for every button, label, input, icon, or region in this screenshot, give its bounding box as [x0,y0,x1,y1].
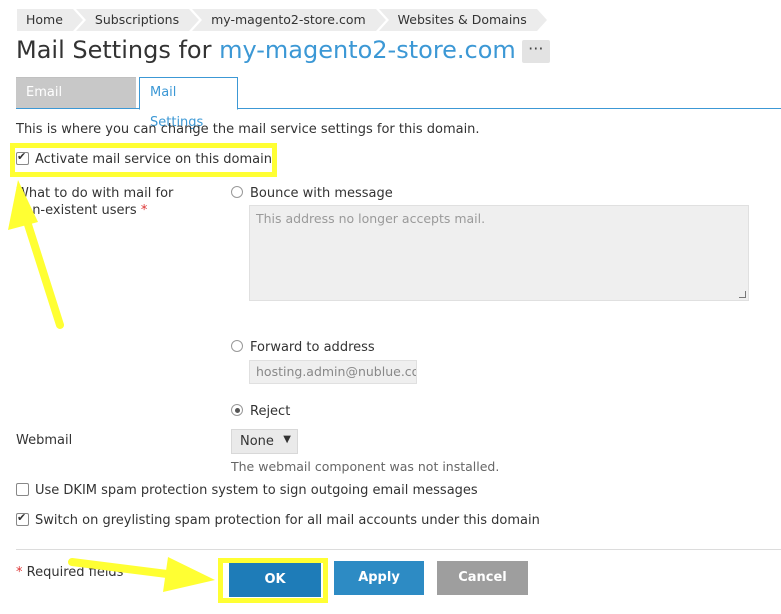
reject-radio-label: Reject [250,404,291,419]
radio-empty-icon [231,340,243,352]
activate-mail-checkbox[interactable]: Activate mail service on this domain [16,150,272,167]
page-title-prefix: Mail Settings for [16,36,220,64]
radio-selected-icon [231,404,243,416]
checkbox-checked-icon [16,150,29,165]
radio-empty-icon [231,186,243,198]
forward-radio-label: Forward to address [250,340,375,355]
forward-radio[interactable]: Forward to address [231,340,375,355]
webmail-hint: The webmail component was not installed. [231,459,500,474]
cancel-button[interactable]: Cancel [437,561,528,595]
reject-radio[interactable]: Reject [231,404,290,419]
resize-handle-icon[interactable] [739,291,746,298]
webmail-label: Webmail [16,433,73,448]
dkim-checkbox[interactable]: Use DKIM spam protection system to sign … [16,483,478,498]
nonexistent-users-label: What to do with mail for non-existent us… [16,186,174,218]
activate-mail-label: Activate mail service on this domain [35,152,272,167]
bounce-radio[interactable]: Bounce with message [231,186,393,201]
required-fields-note: * Required fields [16,565,124,580]
breadcrumb-websites-domains[interactable]: Websites & Domains [378,9,550,31]
page-description: This is where you can change the mail se… [16,122,480,137]
checkbox-checked-icon [16,511,29,526]
checkbox-empty-icon [16,483,29,496]
webmail-select[interactable]: None ▼ [231,429,298,454]
page-title: Mail Settings for my-magento2-store.com ·… [16,36,550,64]
dropdown-arrow-icon: ▼ [283,434,291,445]
breadcrumb-subscriptions[interactable]: Subscriptions [75,9,203,31]
bounce-radio-label: Bounce with message [250,186,393,201]
breadcrumb-subscription[interactable]: my-magento2-store.com [192,9,389,31]
bounce-message-placeholder: This address no longer accepts mail. [256,211,486,226]
bounce-message-textarea[interactable]: This address no longer accepts mail. [249,205,749,301]
ok-button[interactable]: OK [229,563,321,597]
breadcrumb: Home Subscriptions my-magento2-store.com… [17,9,550,31]
tab-mail-settings[interactable]: Mail Settings [139,77,238,130]
tab-bar: Email Addresses Mail Settings [16,77,781,130]
domain-link[interactable]: my-magento2-store.com [219,36,516,64]
webmail-select-value: None [240,434,274,449]
forward-address-input[interactable]: hosting.admin@nublue.co [249,360,417,384]
dkim-label: Use DKIM spam protection system to sign … [35,483,478,498]
breadcrumb-home[interactable]: Home [17,9,86,31]
apply-button[interactable]: Apply [334,561,424,595]
greylisting-checkbox[interactable]: Switch on greylisting spam protection fo… [16,511,540,528]
required-mark: * [140,203,148,218]
footer-divider [16,549,781,550]
greylisting-label: Switch on greylisting spam protection fo… [35,513,540,528]
more-actions-button[interactable]: ··· [521,39,550,63]
tab-email-addresses[interactable]: Email Addresses [16,77,136,130]
